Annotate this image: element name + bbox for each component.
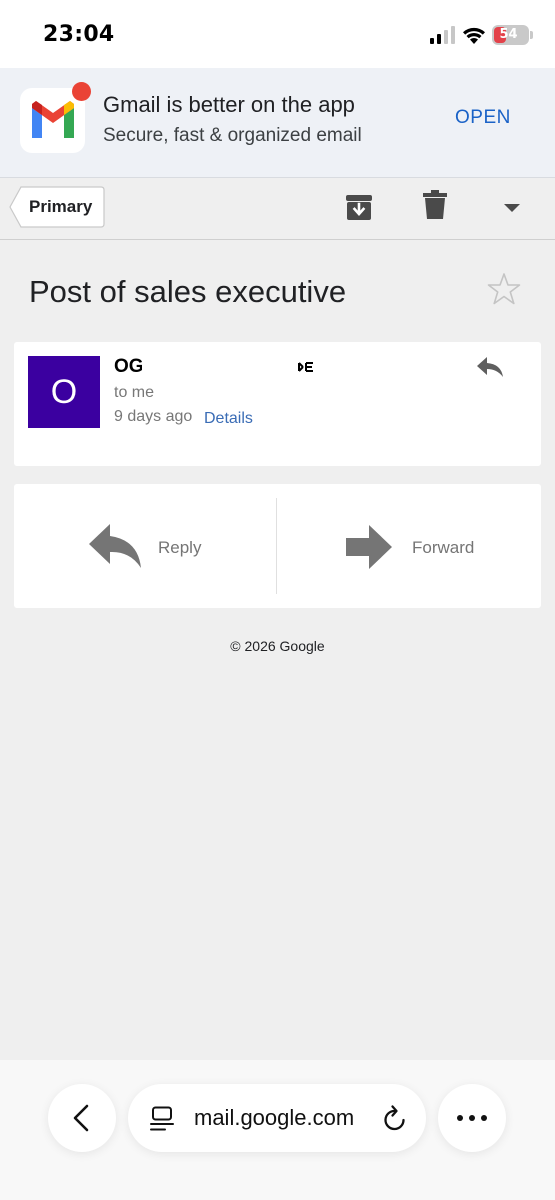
banner-title: Gmail is better on the app xyxy=(103,92,355,117)
details-link[interactable]: Details xyxy=(204,410,253,428)
reply-arrow-icon xyxy=(89,524,141,568)
archive-icon[interactable] xyxy=(345,193,373,221)
banner-subtitle: Secure, fast & organized email xyxy=(103,125,362,146)
reload-icon[interactable] xyxy=(382,1104,408,1132)
sender-name-fragment xyxy=(298,362,313,372)
signal-icon xyxy=(430,26,455,44)
primary-label: Primary xyxy=(29,197,93,216)
sender-name: OG xyxy=(114,356,144,377)
copyright: © 2026 Google xyxy=(230,638,325,654)
actions-card: Reply Forward xyxy=(14,484,541,608)
battery-level: 54 xyxy=(499,27,518,42)
trash-icon[interactable] xyxy=(423,190,447,220)
notification-badge xyxy=(72,82,91,101)
dropdown-icon[interactable] xyxy=(503,203,521,213)
forward-arrow-icon xyxy=(346,525,392,569)
recipient-label: to me xyxy=(114,384,155,401)
reply-icon[interactable] xyxy=(476,356,504,378)
wifi-icon xyxy=(463,27,485,44)
open-app-button[interactable]: OPEN xyxy=(455,107,511,129)
avatar: O xyxy=(28,356,100,428)
more-button[interactable] xyxy=(438,1084,506,1152)
reply-button[interactable]: Reply xyxy=(14,484,276,608)
gmail-logo-icon[interactable] xyxy=(20,82,91,153)
forward-button[interactable]: Forward xyxy=(277,484,541,608)
status-bar: 23:04 54 xyxy=(0,0,555,68)
message-card[interactable]: O OG to me 9 days ago Details xyxy=(14,342,541,466)
more-icon xyxy=(457,1115,487,1121)
url-text: mail.google.com xyxy=(194,1105,355,1130)
back-button[interactable] xyxy=(48,1084,116,1152)
reply-label: Reply xyxy=(158,538,202,557)
email-subject: Post of sales executive xyxy=(29,274,347,309)
status-time: 23:04 xyxy=(43,22,115,47)
star-icon[interactable] xyxy=(487,272,521,306)
battery-icon: 54 xyxy=(492,25,533,45)
back-icon xyxy=(73,1104,89,1132)
app-banner: Gmail is better on the app Secure, fast … xyxy=(0,68,555,178)
forward-label: Forward xyxy=(412,538,475,557)
toolbar: Primary xyxy=(0,178,555,240)
email-time: 9 days ago xyxy=(114,408,193,425)
tabs-icon xyxy=(150,1106,174,1131)
sender-redaction xyxy=(142,344,317,370)
browser-bar: mail.google.com xyxy=(0,1060,555,1200)
address-bar[interactable]: mail.google.com xyxy=(128,1084,426,1152)
